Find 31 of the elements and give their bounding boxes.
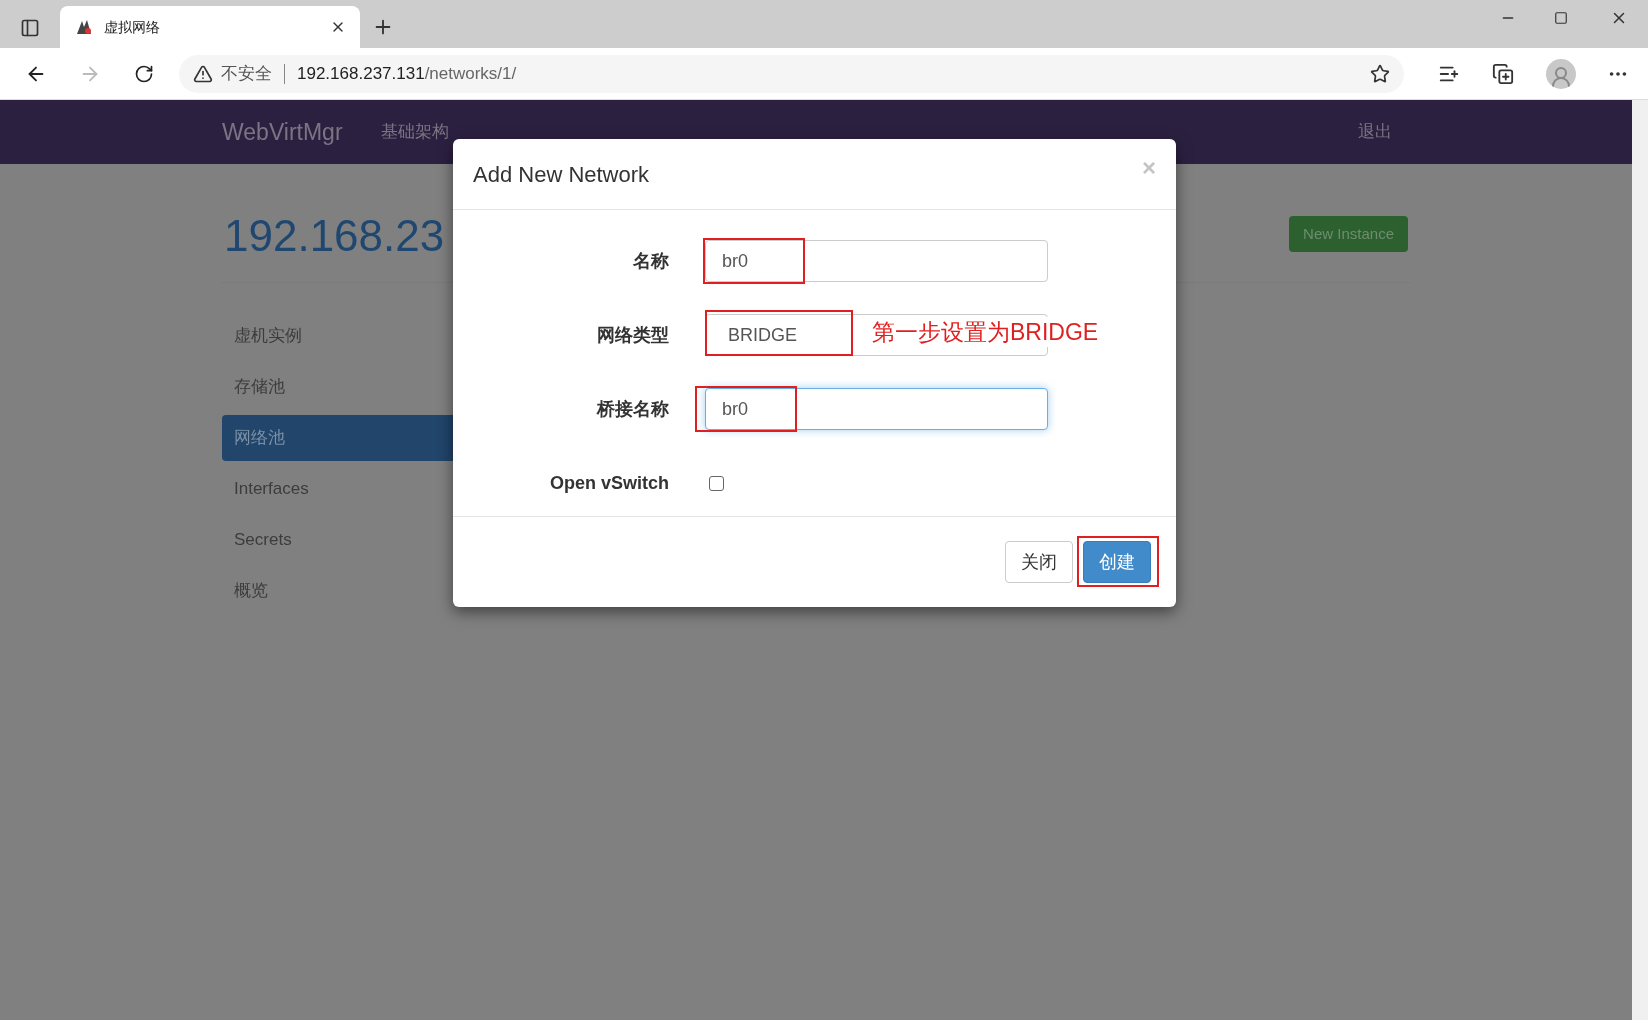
field-label: 桥接名称 bbox=[595, 397, 669, 421]
add-favorite-icon[interactable] bbox=[1370, 63, 1390, 84]
nav-link[interactable]: 基础架构 bbox=[380, 119, 449, 145]
modal-title: Add New Network bbox=[473, 160, 650, 189]
security-label: 不安全 bbox=[221, 62, 272, 85]
brand-link[interactable]: WebVirtMgr bbox=[222, 114, 343, 150]
checkbox[interactable] bbox=[709, 475, 724, 491]
field-label: 网络类型 bbox=[596, 323, 669, 347]
create-button[interactable]: 创建 bbox=[1083, 541, 1151, 583]
tab-title: 虚拟网络 bbox=[104, 17, 161, 37]
text-field[interactable]: br0 bbox=[705, 240, 1048, 282]
collections-icon[interactable] bbox=[1492, 62, 1514, 85]
page-heading: 192.168.23 bbox=[224, 210, 445, 262]
url-path: /networks/1/ bbox=[424, 62, 517, 85]
scrollbar[interactable] bbox=[1632, 100, 1648, 1020]
text-field[interactable]: br0 bbox=[705, 388, 1048, 430]
maximize-icon[interactable] bbox=[1554, 11, 1568, 25]
profile-avatar[interactable] bbox=[1546, 58, 1576, 89]
close-dialog-button[interactable]: 关闭 bbox=[1005, 541, 1073, 583]
field-label: Open vSwitch bbox=[548, 471, 669, 495]
browser-tab[interactable]: 虚拟网络 bbox=[60, 6, 360, 48]
address-bar[interactable]: 不安全 192.168.237.131/networks/1/ bbox=[179, 54, 1404, 93]
annotation-tooltip: 第一步设置为BRIDGE bbox=[872, 317, 1099, 347]
field-label: 名称 bbox=[632, 249, 669, 273]
new-instance-button[interactable]: New Instance bbox=[1289, 216, 1408, 252]
tab-actions-icon[interactable] bbox=[20, 18, 40, 38]
reload-icon[interactable] bbox=[134, 63, 154, 84]
url-host: 192.168.237.131 bbox=[297, 62, 425, 85]
logout-link[interactable]: 退出 bbox=[1358, 119, 1392, 145]
close-button[interactable]: × bbox=[1142, 156, 1156, 180]
warning-icon bbox=[193, 63, 213, 84]
